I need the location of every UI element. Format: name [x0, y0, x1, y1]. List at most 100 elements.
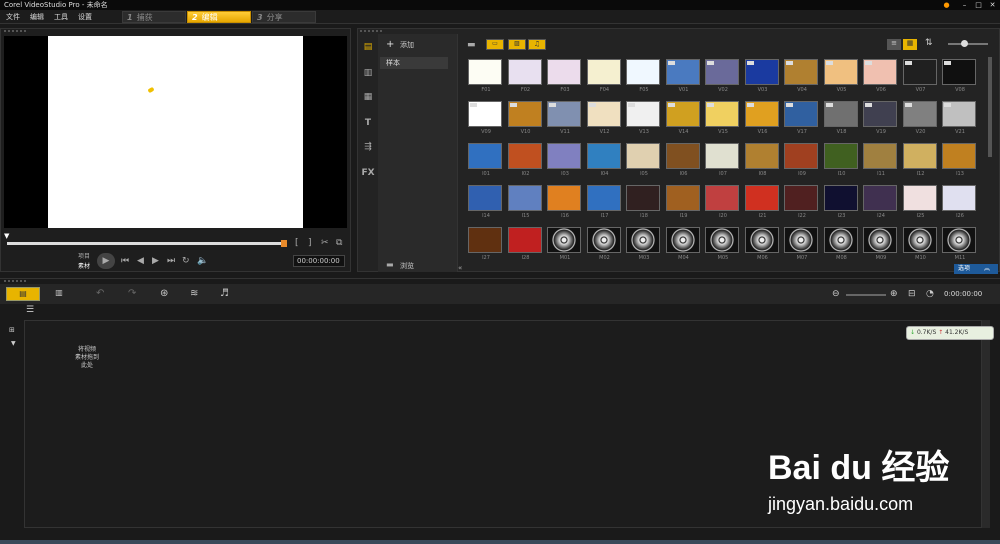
mark-in-icon[interactable]: [ — [295, 238, 299, 248]
redo-icon[interactable]: ↷ — [128, 288, 136, 299]
media-thumbnail[interactable]: M03 — [626, 227, 660, 261]
media-thumbnail[interactable]: I25 — [902, 185, 937, 219]
media-thumbnail[interactable]: I10 — [823, 143, 858, 177]
media-thumbnail[interactable]: V20 — [902, 101, 937, 135]
thumb-view-icon[interactable]: ▦ — [903, 39, 917, 50]
enlarge-icon[interactable]: ⧉ — [336, 238, 342, 248]
media-thumbnail[interactable]: I03 — [547, 143, 581, 177]
media-thumbnail[interactable]: M08 — [823, 227, 858, 261]
media-thumbnail[interactable]: M09 — [863, 227, 897, 261]
media-thumbnail[interactable]: V15 — [705, 101, 739, 135]
media-thumbnail[interactable]: I14 — [468, 185, 502, 219]
media-thumbnail[interactable]: V04 — [784, 59, 818, 93]
track-dropdown-icon[interactable]: ▼ — [11, 340, 16, 347]
title-icon[interactable]: T — [360, 116, 376, 130]
minimize-icon[interactable]: – — [958, 0, 971, 10]
transition-icon[interactable]: ▥ — [360, 66, 376, 80]
options-button[interactable]: 选项 ︽ — [954, 264, 998, 274]
media-thumbnail[interactable]: V09 — [468, 101, 502, 135]
media-thumbnail[interactable]: V01 — [665, 59, 700, 93]
mark-out-icon[interactable]: ] — [308, 238, 312, 248]
folder-samples[interactable]: 样本 — [380, 57, 448, 69]
media-icon[interactable]: ▤ — [360, 40, 376, 54]
track-manager-icon[interactable]: ☰ — [26, 305, 34, 315]
media-thumbnail[interactable]: I21 — [744, 185, 779, 219]
media-thumbnail[interactable]: F03 — [547, 59, 581, 93]
media-thumbnail[interactable]: I02 — [507, 143, 542, 177]
media-thumbnail[interactable]: I16 — [547, 185, 581, 219]
zoom-in-icon[interactable]: ⊕ — [890, 289, 898, 299]
mode-clip[interactable]: 素材 — [78, 262, 90, 272]
undo-icon[interactable]: ↶ — [96, 288, 104, 299]
play-icon[interactable]: ▶ — [97, 253, 115, 269]
media-thumbnail[interactable]: V07 — [902, 59, 937, 93]
add-folder-label[interactable]: 添加 — [400, 40, 414, 50]
timeline-timecode[interactable]: 0:00:00:00 — [944, 290, 982, 298]
menu-edit[interactable]: 编辑 — [30, 10, 44, 24]
media-thumbnail[interactable]: I24 — [863, 185, 897, 219]
timeline-view-icon[interactable]: ▥ — [46, 287, 72, 301]
show-audio-icon[interactable]: ♫ — [528, 39, 546, 50]
close-icon[interactable]: ✕ — [986, 0, 999, 10]
menu-tools[interactable]: 工具 — [54, 10, 68, 24]
media-thumbnail[interactable]: M02 — [586, 227, 621, 261]
media-thumbnail[interactable]: M05 — [705, 227, 739, 261]
sort-icon[interactable]: ⇅ — [925, 38, 933, 48]
add-icon[interactable]: + — [386, 39, 394, 50]
preview-timecode[interactable]: 00:00:00:00 — [293, 255, 345, 267]
media-thumbnail[interactable]: M07 — [784, 227, 818, 261]
media-thumbnail[interactable]: I15 — [507, 185, 542, 219]
media-thumbnail[interactable]: I18 — [626, 185, 660, 219]
menu-file[interactable]: 文件 — [6, 10, 20, 24]
tab-share[interactable]: 3 分享 — [252, 11, 316, 23]
media-thumbnail[interactable]: I19 — [665, 185, 700, 219]
media-thumbnail[interactable]: I27 — [468, 227, 502, 261]
media-thumbnail[interactable]: V12 — [586, 101, 621, 135]
mode-project[interactable]: 项目 — [78, 252, 90, 262]
collapse-icon[interactable]: « — [458, 264, 462, 272]
tab-edit[interactable]: 2 编辑 — [187, 11, 251, 23]
media-thumbnail[interactable]: V06 — [863, 59, 897, 93]
media-thumbnail[interactable]: V18 — [823, 101, 858, 135]
cut-icon[interactable]: ✂ — [321, 238, 329, 248]
media-thumbnail[interactable]: F04 — [586, 59, 621, 93]
timeline-scrollbar[interactable] — [982, 320, 990, 528]
media-thumbnail[interactable]: V13 — [626, 101, 660, 135]
trim-marker[interactable] — [281, 240, 287, 247]
media-thumbnail[interactable]: V17 — [784, 101, 818, 135]
library-scrollbar[interactable] — [988, 57, 992, 157]
show-video-icon[interactable]: ▭ — [486, 39, 504, 50]
track-icon[interactable]: ⊞ — [9, 326, 15, 334]
media-thumbnail[interactable]: M11 — [942, 227, 976, 261]
browse-label[interactable]: 浏览 — [400, 261, 414, 271]
graphic-icon[interactable]: ▦ — [360, 90, 376, 104]
scrub-bar[interactable] — [7, 242, 283, 245]
media-thumbnail[interactable]: I28 — [507, 227, 542, 261]
list-view-icon[interactable]: ≡ — [887, 39, 901, 50]
media-thumbnail[interactable]: M01 — [547, 227, 581, 261]
media-thumbnail[interactable]: I07 — [705, 143, 739, 177]
go-end-icon[interactable]: ⏭ — [167, 256, 175, 266]
media-thumbnail[interactable]: V19 — [863, 101, 897, 135]
storyboard-view-icon[interactable]: ▤ — [6, 287, 40, 301]
media-thumbnail[interactable]: M10 — [902, 227, 937, 261]
maximize-icon[interactable]: □ — [972, 0, 985, 10]
repeat-icon[interactable]: ↻ — [182, 256, 190, 266]
media-thumbnail[interactable]: I09 — [784, 143, 818, 177]
media-thumbnail[interactable]: V11 — [547, 101, 581, 135]
media-thumbnail[interactable]: V03 — [744, 59, 779, 93]
media-thumbnail[interactable]: V14 — [665, 101, 700, 135]
record-capture-icon[interactable]: ⊛ — [160, 288, 168, 299]
media-thumbnail[interactable]: V16 — [744, 101, 779, 135]
panel-grip[interactable] — [4, 30, 26, 34]
next-frame-icon[interactable]: ▶ — [152, 256, 159, 266]
tab-capture[interactable]: 1 捕获 — [122, 11, 186, 23]
media-thumbnail[interactable]: F05 — [626, 59, 660, 93]
media-thumbnail[interactable]: I17 — [586, 185, 621, 219]
auto-music-icon[interactable]: ♬ — [220, 288, 229, 299]
zoom-slider[interactable] — [948, 43, 988, 45]
media-thumbnail[interactable]: I22 — [784, 185, 818, 219]
media-thumbnail[interactable]: V05 — [823, 59, 858, 93]
fx-icon[interactable]: FX — [360, 166, 376, 180]
media-thumbnail[interactable]: V02 — [705, 59, 739, 93]
